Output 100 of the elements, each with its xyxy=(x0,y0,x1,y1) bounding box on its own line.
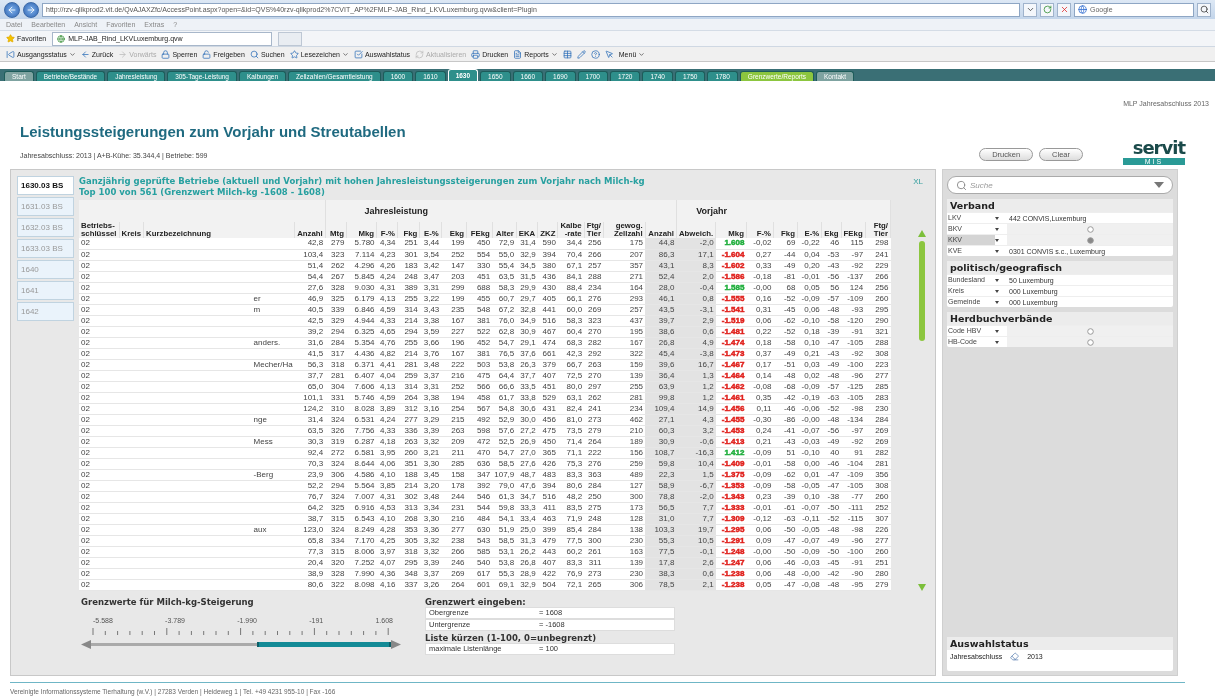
table-cell: -1.248 xyxy=(715,546,747,557)
table-cell: 271 xyxy=(603,271,646,282)
table-cell: 124,2 xyxy=(294,403,326,414)
table-cell: 264 xyxy=(584,436,604,447)
table-cell: -51 xyxy=(773,359,798,370)
table-cell: 4,41 xyxy=(376,359,398,370)
table-cell: 323 xyxy=(325,249,347,260)
table-cell: -48 xyxy=(821,579,842,590)
report-tab[interactable]: 1631.03 BS xyxy=(17,197,74,216)
table-cell: 29,1 xyxy=(516,337,538,348)
table-cell: 158 xyxy=(441,469,467,480)
caret-icon[interactable] xyxy=(995,300,999,304)
slider-range[interactable] xyxy=(256,642,391,647)
caret-icon[interactable] xyxy=(995,227,999,231)
back-button[interactable] xyxy=(4,1,20,18)
table-cell: 211 xyxy=(441,447,467,458)
stop-button[interactable] xyxy=(1057,2,1071,17)
table-cell: 3,30 xyxy=(419,513,442,524)
toolbar-button[interactable] xyxy=(576,49,586,59)
table-cell: 598 xyxy=(466,425,493,436)
report-title: Ganzjährig geprüfte Betriebe (aktuell und Vorjahr) mit hohen Jahresleistungssteigerungen zum Vorjahr nach Milch-kg xyxy=(79,176,645,187)
table-cell: 83,3 xyxy=(557,557,585,568)
table-cell: 380 xyxy=(537,260,558,271)
scroll-thumb[interactable] xyxy=(919,241,925,341)
table-cell: 88,4 xyxy=(557,282,585,293)
caret-icon[interactable] xyxy=(995,340,999,344)
up-arrow-icon[interactable] xyxy=(918,230,926,237)
table-cell: -97 xyxy=(841,425,866,436)
table-cell: 28,9 xyxy=(516,568,538,579)
eraser-icon[interactable] xyxy=(1010,652,1020,661)
table-cell: -2,0 xyxy=(676,238,716,249)
table-cell: 288 xyxy=(865,337,891,348)
table-cell: 270 xyxy=(584,370,604,381)
table-cell: 325 xyxy=(325,293,347,304)
logo-text: servit xyxy=(1131,137,1185,158)
search-field[interactable]: Suche xyxy=(947,176,1173,194)
table-cell: 503 xyxy=(466,359,493,370)
table-cell: 53,8 xyxy=(492,557,517,568)
table-cell: 450 xyxy=(537,436,558,447)
table-cell: 351 xyxy=(397,458,420,469)
table-cell: 452 xyxy=(466,337,493,348)
table-cell: 63,5 xyxy=(492,271,517,282)
table-cell: 407 xyxy=(537,557,558,568)
toolbar-button[interactable] xyxy=(604,49,614,59)
table-cell: 276 xyxy=(584,458,604,469)
table-cell: 123,0 xyxy=(294,524,326,535)
table-cell: 54,7 xyxy=(492,337,517,348)
table-cell: 276 xyxy=(584,293,604,304)
table-cell: 348 xyxy=(397,568,420,579)
table-cell: 0,27 xyxy=(746,249,774,260)
new-tab-button[interactable] xyxy=(278,31,303,46)
down-arrow-icon[interactable] xyxy=(918,583,926,591)
table-cell: 199 xyxy=(441,238,467,249)
table-cell: 0,06 xyxy=(746,568,774,579)
search-button[interactable] xyxy=(1197,2,1211,17)
table-cell: 328 xyxy=(325,282,347,293)
table-cell: 47,6 xyxy=(516,480,538,491)
table-cell: 76,9 xyxy=(557,568,585,579)
table-cell: -0,00 xyxy=(746,546,774,557)
slider-track[interactable] xyxy=(91,643,391,646)
table-cell: 139 xyxy=(603,370,646,381)
caret-icon[interactable] xyxy=(995,249,999,253)
toolbar-button[interactable] xyxy=(562,49,572,59)
caret-icon[interactable] xyxy=(995,238,999,242)
table-cell: 56,5 xyxy=(645,502,677,513)
table-cell: 3,16 xyxy=(419,403,442,414)
table-cell: 430 xyxy=(537,282,558,293)
caret-icon[interactable] xyxy=(995,216,999,220)
table-cell: 86,3 xyxy=(645,249,677,260)
caret-icon[interactable] xyxy=(995,289,999,293)
report-tab[interactable]: 1632.03 BS xyxy=(17,218,74,237)
table-cell: 02 xyxy=(79,447,120,458)
right-arrow-icon[interactable] xyxy=(391,640,401,649)
caret-icon[interactable] xyxy=(995,329,999,333)
table-cell: 108,7 xyxy=(645,447,677,458)
table-cell: -1.467 xyxy=(715,359,747,370)
table-cell: 30,3 xyxy=(294,436,326,447)
report-tab[interactable]: 1630.03 BS xyxy=(17,176,74,195)
toolbar-button[interactable] xyxy=(590,49,600,59)
table-cell: 4,04 xyxy=(376,370,398,381)
refresh-button[interactable] xyxy=(1040,2,1054,17)
forward-button[interactable] xyxy=(23,1,39,18)
table-cell: 45,4 xyxy=(645,348,677,359)
report-tab[interactable]: 1640 xyxy=(17,260,74,279)
report-tab[interactable]: 1641 xyxy=(17,281,74,300)
table-cell: 43,1 xyxy=(645,260,677,271)
dropdown-button[interactable] xyxy=(1023,2,1037,17)
table-cell: -47 xyxy=(773,579,798,590)
globe-icon xyxy=(57,34,66,43)
left-arrow-icon[interactable] xyxy=(81,640,91,649)
table-cell: 277 xyxy=(865,370,891,381)
caret-icon[interactable] xyxy=(995,278,999,282)
table-cell: 252 xyxy=(441,249,467,260)
table-cell: -115 xyxy=(841,513,866,524)
report-tab[interactable]: 1633.03 BS xyxy=(17,239,74,258)
report-tab[interactable]: 1642 xyxy=(17,302,74,321)
table-cell: 41,5 xyxy=(294,348,326,359)
export-button[interactable]: XL xyxy=(913,176,923,187)
table-cell: -0,6 xyxy=(676,436,716,447)
table-cell: 8.644 xyxy=(346,458,377,469)
